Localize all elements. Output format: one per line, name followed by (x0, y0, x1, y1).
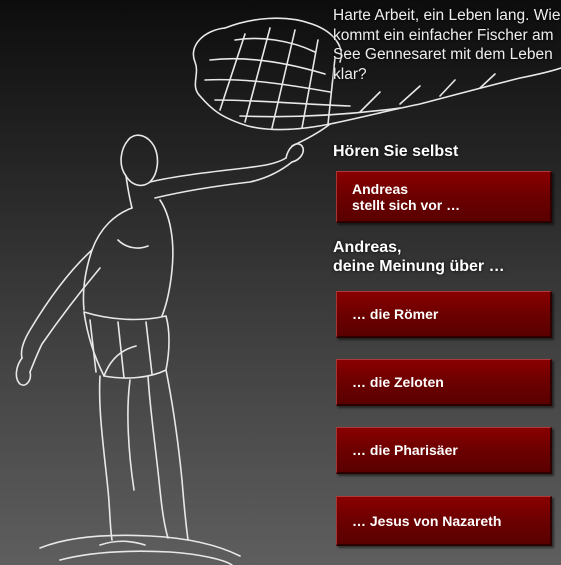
opinion-heading-line2: deine Meinung über … (333, 258, 505, 275)
topic-button-romans[interactable]: … die Römer (336, 291, 552, 338)
opinion-heading: Andreas, deine Meinung über … (333, 238, 505, 276)
intro-text: Harte Arbeit, ein Leben lang. Wie kommt … (333, 7, 561, 83)
topic-button-jesus[interactable]: … Jesus von Nazareth (336, 496, 552, 546)
opinion-heading-line1: Andreas, (333, 239, 402, 256)
topic-button-zealots[interactable]: … die Zeloten (336, 359, 552, 406)
andreas-intro-button-label: Andreas stellt sich vor … (352, 181, 460, 213)
fisherman-casting-net-illustration (15, 17, 561, 565)
topic-button-pharisees[interactable]: … die Pharisäer (336, 427, 552, 474)
andreas-intro-button[interactable]: Andreas stellt sich vor … (336, 171, 552, 223)
andreas-intro-button-line1: Andreas (352, 180, 409, 197)
listen-heading: Hören Sie selbst (333, 143, 459, 160)
andreas-intro-button-line2: stellt sich vor … (352, 196, 461, 213)
